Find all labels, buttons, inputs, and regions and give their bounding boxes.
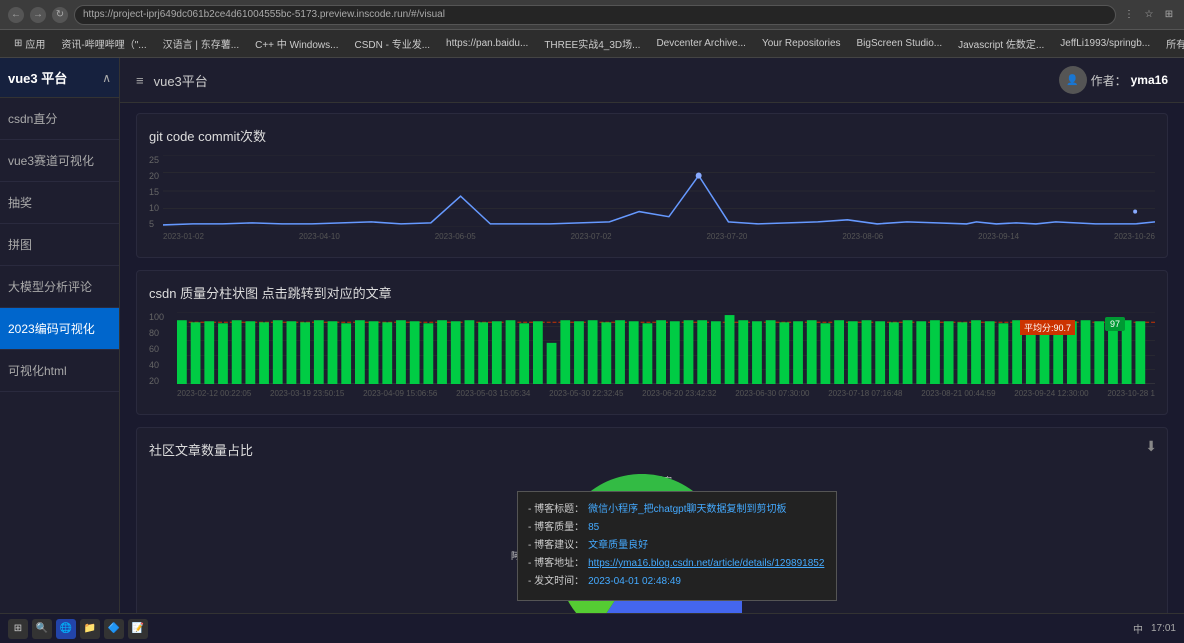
- bookmark-1[interactable]: 资讯-哔哩哔哩（"...: [55, 34, 152, 53]
- browser-toolbar: ← → ↻ https://project-iprj649dc061b2ce4d…: [0, 0, 1184, 30]
- tooltip-popup: - 博客标题： 微信小程序_把chatgpt聊天数据复制到剪切板 - 博客质量：…: [517, 491, 837, 601]
- git-x-labels: 2023-01-02 2023-04-10 2023-06-05 2023-07…: [163, 232, 1155, 241]
- csdn-bar-svg: [177, 312, 1155, 384]
- nav-forward-button[interactable]: →: [30, 7, 46, 23]
- sidebar-item-html[interactable]: 可视化html: [0, 350, 119, 392]
- sidebar-item-lottery[interactable]: 抽奖: [0, 182, 119, 224]
- taskbar-right: 中 17:01: [1133, 621, 1176, 636]
- tooltip-url-row: - 博客地址： https://yma16.blog.csdn.net/arti…: [528, 556, 826, 572]
- community-chart-title: 社区文章数量占比: [149, 440, 1155, 459]
- sidebar-toggle[interactable]: ∧: [102, 71, 111, 85]
- tooltip-time-row: - 发文时间： 2023-04-01 02:48:49: [528, 574, 826, 590]
- git-line-svg: [163, 155, 1155, 227]
- charts-area: git code commit次数 25 20 15 10 5: [120, 103, 1184, 643]
- taskbar-app-4[interactable]: 📝: [128, 619, 148, 639]
- bookmark-10[interactable]: Javascript 佐数定...: [952, 34, 1050, 53]
- page-header: ≡ vue3平台 👤 作者： yma16: [120, 58, 1184, 103]
- sidebar-item-csdn[interactable]: csdn直分: [0, 98, 119, 140]
- tooltip-quality-row: - 博客质量： 85: [528, 520, 826, 536]
- taskbar-left: ⊞ 🔍 🌐 📁 🔷 📝: [8, 619, 148, 639]
- bookmark-icon[interactable]: ☆: [1142, 8, 1156, 22]
- bookmark-5[interactable]: https://pan.baidu...: [440, 36, 534, 51]
- git-y-axis: 25 20 15 10 5: [149, 155, 163, 245]
- git-chart-area: 2023-01-02 2023-04-10 2023-06-05 2023-07…: [163, 155, 1155, 245]
- bookmark-4[interactable]: CSDN - 专业发...: [348, 34, 436, 53]
- nav-back-button[interactable]: ←: [8, 7, 24, 23]
- bookmark-2[interactable]: 汉语言 | 东存薯...: [157, 34, 246, 53]
- bookmark-7[interactable]: Devcenter Archive...: [650, 36, 751, 51]
- git-chart-title: git code commit次数: [149, 126, 1155, 145]
- csdn-bar-area: 平均分:90.7 97: [177, 312, 1155, 402]
- sidebar-item-vue3[interactable]: vue3赛道可视化: [0, 140, 119, 182]
- bookmark-apps[interactable]: ⊞ 应用: [8, 34, 51, 53]
- sidebar-item-2023[interactable]: 2023编码可视化: [0, 308, 119, 350]
- main-content: ≡ vue3平台 👤 作者： yma16 git code commit次数 2…: [120, 58, 1184, 643]
- taskbar-app-1[interactable]: 🌐: [56, 619, 76, 639]
- all-bookmarks[interactable]: 所有书签: [1160, 34, 1184, 53]
- sidebar-item-ai[interactable]: 大模型分析评论: [0, 266, 119, 308]
- bookmark-6[interactable]: THREE实战4_3D场...: [538, 34, 646, 53]
- author-info: 👤 作者： yma16: [1059, 66, 1168, 94]
- app-container: vue3 平台 ∧ csdn直分 vue3赛道可视化 抽奖 拼图 大模型分析评论…: [0, 58, 1184, 643]
- download-icon[interactable]: ⬇: [1145, 438, 1157, 455]
- tooltip-title-row: - 博客标题： 微信小程序_把chatgpt聊天数据复制到剪切板: [528, 502, 826, 518]
- sidebar-header: vue3 平台 ∧: [0, 58, 119, 98]
- avatar: 👤: [1059, 66, 1087, 94]
- tooltip-suggestion-row: - 博客建议： 文章质量良好: [528, 538, 826, 554]
- menu-icon[interactable]: ⊞: [1162, 8, 1176, 22]
- nav-refresh-button[interactable]: ↻: [52, 7, 68, 23]
- bookmark-3[interactable]: C++ 中 Windows...: [249, 34, 344, 53]
- menu-lines-icon: ≡: [136, 73, 144, 88]
- taskbar-system-tray: 中: [1133, 621, 1143, 636]
- browser-icons-group: ⋮ ☆ ⊞: [1122, 8, 1176, 22]
- browser-chrome: ← → ↻ https://project-iprj649dc061b2ce4d…: [0, 0, 1184, 58]
- url-bar[interactable]: https://project-iprj649dc061b2ce4d610045…: [74, 5, 1116, 25]
- page-header-title: ≡ vue3平台: [136, 71, 208, 90]
- peak-indicator: 97: [1105, 317, 1125, 331]
- taskbar-app-3[interactable]: 🔷: [104, 619, 124, 639]
- csdn-chart-title: csdn 质量分柱状图 点击跳转到对应的文章: [149, 283, 1155, 302]
- csdn-x-labels: 2023-02-12 00:22:05 2023-03-19 23:50:15 …: [177, 389, 1155, 398]
- sidebar-title: vue3 平台: [8, 68, 67, 87]
- taskbar: ⊞ 🔍 🌐 📁 🔷 📝 中 17:01: [0, 613, 1184, 643]
- git-chart-card: git code commit次数 25 20 15 10 5: [136, 113, 1168, 258]
- sidebar-item-puzzle[interactable]: 拼图: [0, 224, 119, 266]
- start-button[interactable]: ⊞: [8, 619, 28, 639]
- bookmark-9[interactable]: BigScreen Studio...: [851, 36, 949, 51]
- csdn-chart-card: csdn 质量分柱状图 点击跳转到对应的文章 - 博客标题： 微信小程序_把ch…: [136, 270, 1168, 415]
- bookmarks-bar: ⊞ 应用 资讯-哔哩哔哩（"... 汉语言 | 东存薯... C++ 中 Win…: [0, 30, 1184, 58]
- bookmark-8[interactable]: Your Repositories: [756, 36, 847, 51]
- csdn-chart-wrapper: 100 80 60 40 20 平均分:90.7 97: [149, 312, 1155, 402]
- taskbar-time: 17:01: [1151, 623, 1176, 634]
- avg-indicator: 平均分:90.7: [1020, 320, 1075, 335]
- sidebar: vue3 平台 ∧ csdn直分 vue3赛道可视化 抽奖 拼图 大模型分析评论…: [0, 58, 120, 643]
- extensions-icon[interactable]: ⋮: [1122, 8, 1136, 22]
- bookmark-11[interactable]: JeffLi1993/springb...: [1054, 36, 1156, 51]
- taskbar-app-2[interactable]: 📁: [80, 619, 100, 639]
- csdn-y-axis: 100 80 60 40 20: [149, 312, 177, 402]
- search-taskbar[interactable]: 🔍: [32, 619, 52, 639]
